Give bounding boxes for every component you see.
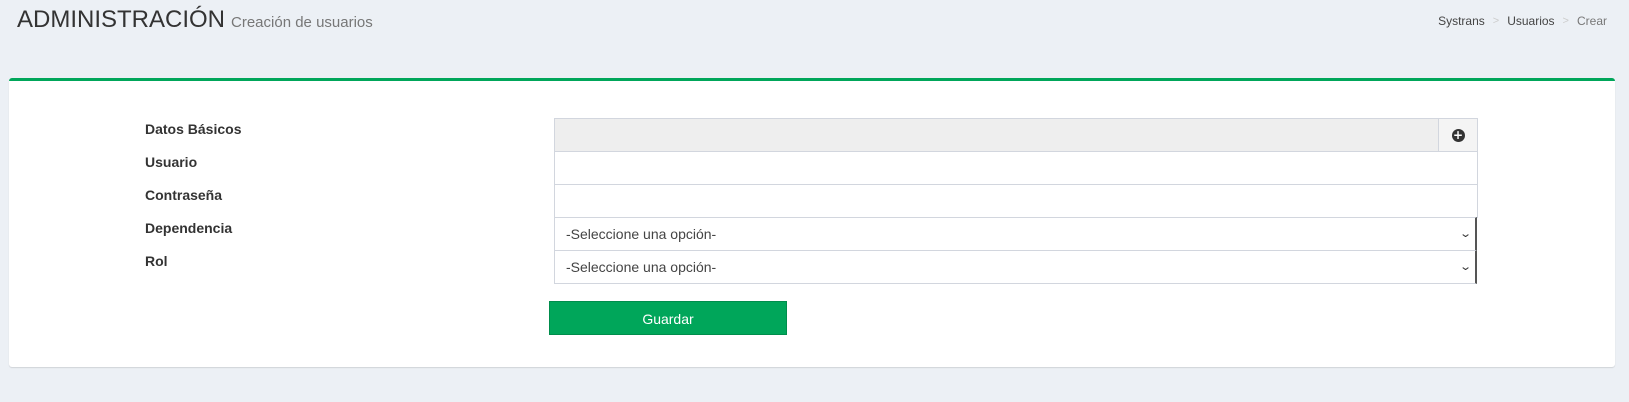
breadcrumb-item-crear: Crear [1576,14,1607,28]
user-input[interactable] [554,151,1478,185]
basic-data-label: Datos Básicos [145,121,242,137]
breadcrumb-item-usuarios[interactable]: Usuarios [1507,14,1554,28]
plus-circle-icon: + [1451,127,1465,142]
breadcrumb: Systrans > Usuarios > Crear [1438,14,1607,28]
password-input[interactable] [554,184,1478,218]
chevron-down-icon: ⌄ [1458,227,1472,240]
breadcrumb-item-systrans[interactable]: Systrans [1438,14,1485,28]
page-title: ADMINISTRACIÓN Creación de usuarios [17,6,373,34]
save-button[interactable]: Guardar [549,301,787,335]
dependency-select[interactable]: -Seleccione una opción- ⌄ [554,217,1477,251]
add-basic-data-button[interactable]: + [1438,118,1478,152]
dependency-label: Dependencia [145,220,233,236]
password-label: Contraseña [145,187,223,203]
page-subtitle: Creación de usuarios [231,14,373,31]
basic-data-field [554,118,1439,152]
dependency-selected-value: -Seleccione una opción- [566,226,717,242]
breadcrumb-separator: > [1492,15,1500,27]
user-label: Usuario [145,154,198,170]
role-label: Rol [145,253,168,269]
user-form-panel: Datos Básicos + Usuario Contraseña Depen… [9,78,1615,367]
role-select[interactable]: -Seleccione una opción- ⌄ [554,250,1477,284]
basic-data-input-group: + [554,118,1478,152]
chevron-down-icon: ⌄ [1458,260,1472,273]
page-title-text: ADMINISTRACIÓN [17,6,226,33]
role-selected-value: -Seleccione una opción- [566,259,717,275]
breadcrumb-separator: > [1562,15,1569,27]
content-header: ADMINISTRACIÓN Creación de usuarios Systr… [0,0,1629,60]
